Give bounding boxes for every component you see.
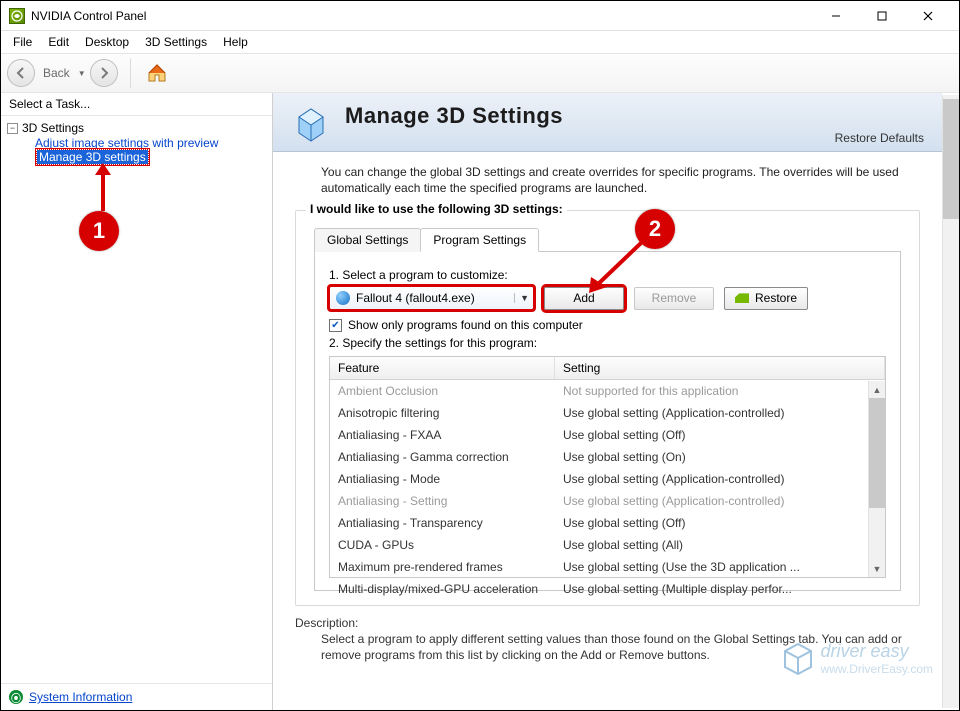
back-label: Back: [43, 66, 70, 80]
forward-button[interactable]: [90, 59, 118, 87]
toolbar-separator: [130, 58, 131, 88]
restore-button[interactable]: Restore: [724, 287, 808, 310]
page-title: Manage 3D Settings: [345, 103, 563, 129]
info-icon: ⦿: [9, 690, 23, 704]
globe-icon: [336, 291, 350, 305]
task-sidebar: Select a Task... − 3D Settings Adjust im…: [1, 93, 273, 710]
add-button[interactable]: Add: [544, 287, 624, 310]
chevron-down-icon[interactable]: ▼: [514, 293, 529, 303]
cell-setting: Use global setting (Off): [555, 426, 885, 444]
settings-tabs: Global Settings Program Settings: [314, 227, 901, 252]
cell-feature: Antialiasing - Gamma correction: [330, 448, 555, 466]
menu-file[interactable]: File: [5, 33, 40, 51]
table-row[interactable]: CUDA - GPUsUse global setting (All): [330, 534, 885, 556]
cell-feature: Antialiasing - Mode: [330, 470, 555, 488]
cell-setting: Use global setting (Application-controll…: [555, 404, 885, 422]
program-settings-panel: 1. Select a program to customize: Fallou…: [314, 252, 901, 591]
toolbar: Back ▼: [1, 53, 959, 93]
col-feature[interactable]: Feature: [330, 357, 555, 379]
close-button[interactable]: [905, 1, 951, 31]
menu-help[interactable]: Help: [215, 33, 256, 51]
table-row[interactable]: Anisotropic filteringUse global setting …: [330, 402, 885, 424]
nvidia-logo-icon: [735, 293, 749, 303]
home-button[interactable]: [143, 59, 171, 87]
cell-setting: Use global setting (Multiple display per…: [555, 580, 885, 598]
table-row[interactable]: Multi-display/mixed-GPU accelerationUse …: [330, 578, 885, 600]
col-setting[interactable]: Setting: [555, 357, 885, 379]
nvidia-icon: [9, 8, 25, 24]
cell-setting: Not supported for this application: [555, 382, 885, 400]
content-scrollbar[interactable]: [942, 95, 959, 708]
step2-label: 2. Specify the settings for this program…: [329, 336, 886, 350]
restore-defaults-link[interactable]: Restore Defaults: [835, 131, 924, 145]
cell-feature: Antialiasing - Setting: [330, 492, 555, 510]
window-title: NVIDIA Control Panel: [31, 9, 146, 23]
minimize-button[interactable]: [813, 1, 859, 31]
program-select-combobox[interactable]: Fallout 4 (fallout4.exe) ▼: [329, 286, 534, 310]
table-row[interactable]: Antialiasing - FXAAUse global setting (O…: [330, 424, 885, 446]
remove-button[interactable]: Remove: [634, 287, 714, 310]
show-only-found-checkbox[interactable]: ✔: [329, 319, 342, 332]
table-scrollbar[interactable]: ▲ ▼: [868, 381, 885, 577]
cell-setting: Use global setting (On): [555, 448, 885, 466]
tree-root-3d-settings[interactable]: − 3D Settings: [7, 120, 266, 136]
tree-item-manage-3d[interactable]: Manage 3D settings: [35, 150, 266, 164]
show-only-found-label: Show only programs found on this compute…: [348, 318, 583, 332]
tab-global-settings[interactable]: Global Settings: [314, 228, 421, 252]
header-3d-icon: [291, 103, 331, 143]
cell-setting: Use global setting (All): [555, 536, 885, 554]
page-header: Manage 3D Settings Restore Defaults: [273, 93, 942, 152]
back-dropdown-icon[interactable]: ▼: [78, 69, 86, 78]
menu-edit[interactable]: Edit: [40, 33, 77, 51]
description-section: Description: Select a program to apply d…: [295, 616, 920, 663]
system-information-link[interactable]: ⦿ System Information: [1, 683, 272, 710]
maximize-button[interactable]: [859, 1, 905, 31]
back-button[interactable]: [7, 59, 35, 87]
task-tree: − 3D Settings Adjust image settings with…: [1, 116, 272, 683]
cell-setting: Use global setting (Use the 3D applicati…: [555, 558, 885, 576]
scroll-down-icon[interactable]: ▼: [869, 560, 885, 577]
group-title: I would like to use the following 3D set…: [306, 202, 567, 216]
scroll-thumb[interactable]: [869, 398, 885, 508]
cell-feature: CUDA - GPUs: [330, 536, 555, 554]
cell-feature: Antialiasing - FXAA: [330, 426, 555, 444]
cell-feature: Antialiasing - Transparency: [330, 514, 555, 532]
table-row[interactable]: Antialiasing - Gamma correctionUse globa…: [330, 446, 885, 468]
settings-table: Feature Setting Ambient OcclusionNot sup…: [329, 356, 886, 578]
content-pane: Manage 3D Settings Restore Defaults You …: [273, 93, 959, 710]
menu-bar: File Edit Desktop 3D Settings Help: [1, 31, 959, 53]
menu-3d-settings[interactable]: 3D Settings: [137, 33, 215, 51]
cell-feature: Multi-display/mixed-GPU acceleration: [330, 580, 555, 598]
cell-setting: Use global setting (Off): [555, 514, 885, 532]
tab-program-settings[interactable]: Program Settings: [420, 228, 539, 252]
description-text: Select a program to apply different sett…: [321, 632, 920, 663]
title-bar: NVIDIA Control Panel: [1, 1, 959, 31]
cell-feature: Ambient Occlusion: [330, 382, 555, 400]
cell-setting: Use global setting (Application-controll…: [555, 492, 885, 510]
cell-setting: Use global setting (Application-controll…: [555, 470, 885, 488]
settings-group: I would like to use the following 3D set…: [295, 210, 920, 606]
menu-desktop[interactable]: Desktop: [77, 33, 137, 51]
select-task-header: Select a Task...: [1, 93, 272, 116]
page-intro: You can change the global 3D settings an…: [273, 152, 942, 204]
cell-feature: Maximum pre-rendered frames: [330, 558, 555, 576]
description-label: Description:: [295, 616, 920, 630]
table-row[interactable]: Ambient OcclusionNot supported for this …: [330, 380, 885, 402]
scroll-up-icon[interactable]: ▲: [869, 381, 885, 398]
table-row[interactable]: Antialiasing - TransparencyUse global se…: [330, 512, 885, 534]
step1-label: 1. Select a program to customize:: [329, 268, 886, 282]
table-row[interactable]: Antialiasing - ModeUse global setting (A…: [330, 468, 885, 490]
collapse-icon[interactable]: −: [7, 123, 18, 134]
table-row[interactable]: Antialiasing - SettingUse global setting…: [330, 490, 885, 512]
cell-feature: Anisotropic filtering: [330, 404, 555, 422]
table-row[interactable]: Maximum pre-rendered framesUse global se…: [330, 556, 885, 578]
